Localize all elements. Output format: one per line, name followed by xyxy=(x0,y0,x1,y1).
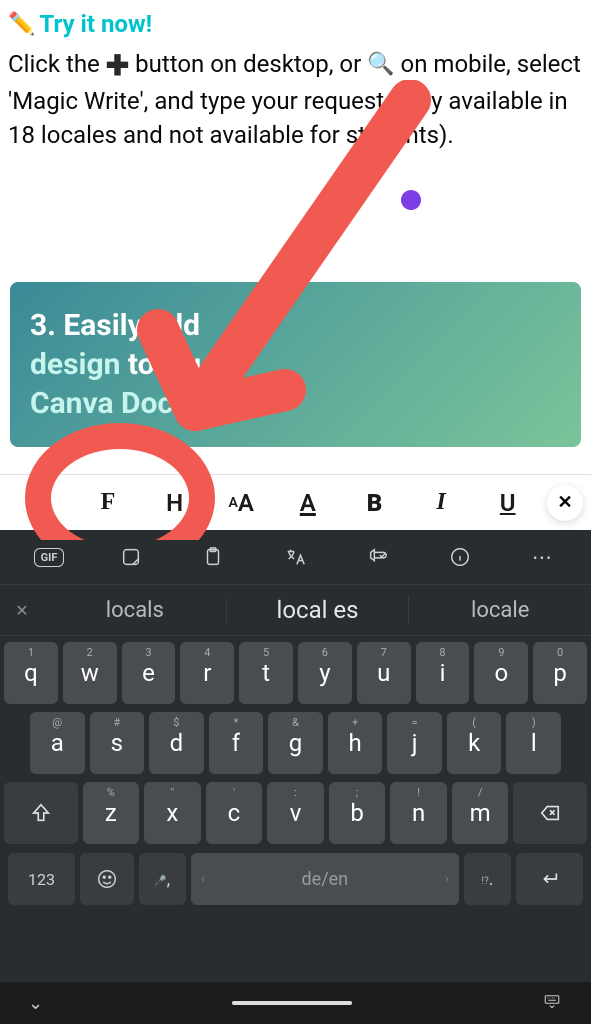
key-c[interactable]: 'c xyxy=(206,782,263,844)
sticker-button[interactable] xyxy=(109,546,153,568)
nav-bar: ⌄ xyxy=(0,982,591,1024)
magic-write-button[interactable] xyxy=(8,475,75,530)
emoji-key[interactable] xyxy=(80,853,134,905)
document-content: ✏️ Try it now! Click the ✚ button on des… xyxy=(0,0,591,162)
key-row-bottom: 123 🎤 , ‹ de/en › !? . xyxy=(4,852,587,912)
key-rows: 1q2w3e4r5t6y7u8i9o0p @a#s$d*f&g+h=j(k)l … xyxy=(0,636,591,982)
suggestion-3[interactable]: locale xyxy=(409,598,591,623)
key-o[interactable]: 9o xyxy=(474,642,528,704)
key-y[interactable]: 6y xyxy=(298,642,352,704)
key-w[interactable]: 2w xyxy=(63,642,117,704)
key-n[interactable]: !n xyxy=(390,782,447,844)
bold-button[interactable]: B xyxy=(341,475,408,530)
key-row-3: %z"x'c:v;b!n/m xyxy=(4,782,587,844)
key-k[interactable]: (k xyxy=(447,712,502,774)
key-row-2: @a#s$d*f&g+h=j(k)l xyxy=(4,712,587,774)
keyboard-toolbar: GIF ⋯ xyxy=(0,530,591,584)
key-i[interactable]: 8i xyxy=(416,642,470,704)
key-j[interactable]: =j xyxy=(387,712,442,774)
chevron-left-icon: ‹ xyxy=(201,871,205,887)
plus-icon: ✚ xyxy=(106,46,129,85)
numeric-key[interactable]: 123 xyxy=(8,853,75,905)
key-z[interactable]: %z xyxy=(83,782,140,844)
key-t[interactable]: 5t xyxy=(239,642,293,704)
enter-key[interactable] xyxy=(516,853,583,905)
suggestion-1[interactable]: locals xyxy=(44,598,227,623)
key-b[interactable]: ;b xyxy=(329,782,386,844)
translate-button[interactable] xyxy=(273,546,317,568)
key-f[interactable]: *f xyxy=(209,712,264,774)
key-p[interactable]: 0p xyxy=(533,642,587,704)
format-toolbar: F H AA A B I U ✕ xyxy=(0,474,591,530)
font-button[interactable]: F xyxy=(75,475,142,530)
key-g[interactable]: &g xyxy=(268,712,323,774)
key-x[interactable]: "x xyxy=(144,782,201,844)
clipboard-button[interactable] xyxy=(191,546,235,568)
italic-button[interactable]: I xyxy=(408,475,475,530)
instruction-text: Click the ✚ button on desktop, or 🔍 on m… xyxy=(8,46,583,152)
backspace-key[interactable] xyxy=(513,782,587,844)
dismiss-suggestions[interactable]: ✕ xyxy=(0,601,44,620)
key-q[interactable]: 1q xyxy=(4,642,58,704)
autocorrect-button[interactable] xyxy=(356,546,400,568)
home-handle[interactable] xyxy=(232,1001,352,1005)
close-toolbar-button[interactable]: ✕ xyxy=(547,485,583,521)
key-d[interactable]: $d xyxy=(149,712,204,774)
key-l[interactable]: )l xyxy=(506,712,561,774)
keyboard: GIF ⋯ ✕ locals local es locale 1q2w3e4r5… xyxy=(0,530,591,1024)
font-size-button[interactable]: AA xyxy=(208,475,275,530)
key-h[interactable]: +h xyxy=(328,712,383,774)
cursor-dot xyxy=(401,190,421,210)
suggestion-bar: ✕ locals local es locale xyxy=(0,584,591,636)
suggestion-2[interactable]: local es xyxy=(227,596,410,624)
key-r[interactable]: 4r xyxy=(180,642,234,704)
key-s[interactable]: #s xyxy=(90,712,145,774)
key-u[interactable]: 7u xyxy=(357,642,411,704)
shift-key[interactable] xyxy=(4,782,78,844)
key-m[interactable]: /m xyxy=(452,782,509,844)
gif-button[interactable]: GIF xyxy=(27,548,71,567)
heading-text: Try it now! xyxy=(39,10,152,38)
try-it-heading[interactable]: ✏️ Try it now! xyxy=(8,10,583,38)
more-button[interactable]: ⋯ xyxy=(520,545,564,569)
text-color-button[interactable]: A xyxy=(275,475,342,530)
key-e[interactable]: 3e xyxy=(122,642,176,704)
magnifier-icon: 🔍 xyxy=(367,50,394,81)
spacebar[interactable]: ‹ de/en › xyxy=(191,853,459,905)
underline-button[interactable]: U xyxy=(474,475,541,530)
period-key[interactable]: !? . xyxy=(464,853,511,905)
heading-button[interactable]: H xyxy=(141,475,208,530)
chevron-right-icon: › xyxy=(445,871,449,887)
pencil-icon: ✏️ xyxy=(8,12,35,37)
keyboard-collapse-icon[interactable] xyxy=(541,992,563,1015)
comma-key[interactable]: 🎤 , xyxy=(139,853,186,905)
key-a[interactable]: @a xyxy=(30,712,85,774)
info-button[interactable] xyxy=(438,546,482,568)
key-row-1: 1q2w3e4r5t6y7u8i9o0p xyxy=(4,642,587,704)
key-v[interactable]: :v xyxy=(267,782,324,844)
nav-down-icon[interactable]: ⌄ xyxy=(28,993,43,1014)
design-card[interactable]: 3. Easily add design to your Canva Doc xyxy=(10,282,581,447)
card-title: 3. Easily add design to your Canva Doc xyxy=(30,306,561,423)
